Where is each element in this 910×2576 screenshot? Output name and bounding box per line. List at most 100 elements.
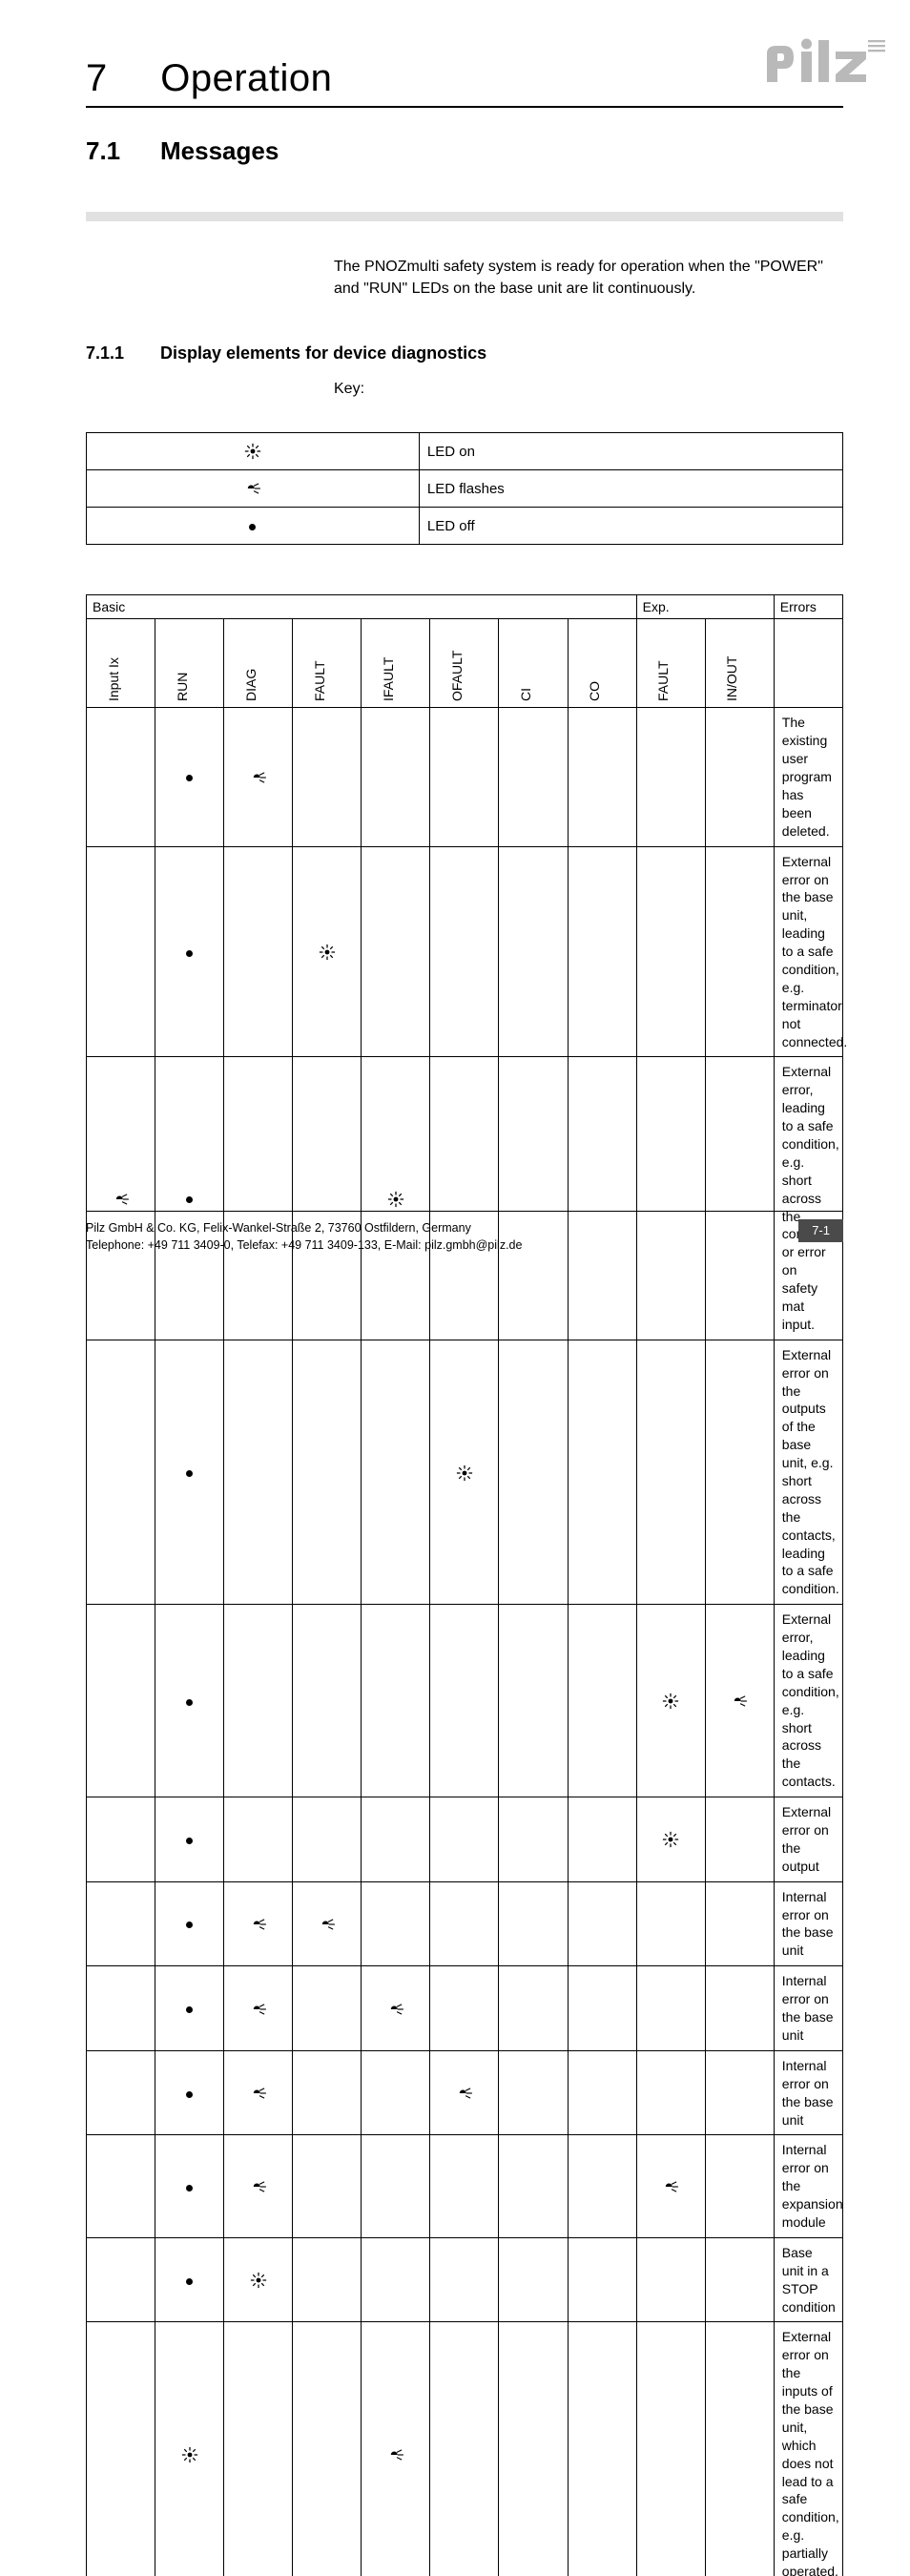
diag-cell [430,708,499,846]
diag-error-text: External error on the output [774,1797,842,1882]
led-on-icon [387,1191,404,1208]
page-number: 7-1 [798,1219,843,1242]
diag-cell [568,1881,636,1966]
diag-cell [499,1797,568,1882]
diag-cell [224,2135,293,2237]
diag-col-header: FAULT [293,619,362,708]
diag-row: Base unit in a STOP condition [87,2237,843,2322]
diag-cell [705,2237,774,2322]
key-table-row: LED on [87,433,843,470]
diag-group-basic: Basic [87,595,637,619]
diag-cell [224,1881,293,1966]
diag-row: External error on the base unit, leading… [87,846,843,1057]
diag-cell [430,846,499,1057]
diag-error-text: External error, leading to a safe condit… [774,1605,842,1797]
led-flash-icon [250,1918,267,1931]
diag-cell [499,2322,568,2576]
diag-cell [224,2050,293,2135]
diag-cell [499,2050,568,2135]
diag-error-text: Internal error on the base unit [774,2050,842,2135]
diag-cell [293,1340,362,1604]
diag-cell [568,1797,636,1882]
diag-cell [155,846,224,1057]
diag-col-header: OFAULT [430,619,499,708]
section-divider [86,212,843,221]
diag-cell [87,1881,155,1966]
diag-cell [293,2050,362,2135]
led-flash-icon [250,2180,267,2193]
diag-cell [293,1057,362,1340]
diag-cell [430,2237,499,2322]
diag-cell [155,1966,224,2051]
diag-cell [293,846,362,1057]
diag-row: Internal error on the base unit [87,2050,843,2135]
diag-cell [636,2050,705,2135]
diag-cell [499,1605,568,1797]
diag-cell [499,2237,568,2322]
diag-row: Internal error on the base unit [87,1881,843,1966]
led-flash-icon [387,2003,404,2016]
diag-col-header: CO [568,619,636,708]
key-symbol [87,470,420,508]
diag-cell [362,1340,430,1604]
diag-cell [293,1966,362,2051]
diag-cell [362,1057,430,1340]
diag-cell [636,2322,705,2576]
diag-cell [155,1881,224,1966]
diag-cell [636,846,705,1057]
section-title: Messages [160,136,279,166]
diag-cell [636,1605,705,1797]
diag-cell [568,1966,636,2051]
led-off-icon [186,950,193,957]
led-on-icon [250,2272,267,2289]
diag-cell [362,2237,430,2322]
led-flash-icon [250,2087,267,2100]
diag-cell [362,2135,430,2237]
diag-cell [362,1797,430,1882]
diag-cell [362,846,430,1057]
diag-cell [499,1966,568,2051]
diag-cell [636,708,705,846]
led-off-icon [186,1196,193,1203]
led-off-icon [249,524,256,530]
diag-cell [224,1797,293,1882]
diag-row: Internal error on the expansion module [87,2135,843,2237]
diag-cell [87,1057,155,1340]
diag-cell [705,708,774,846]
diag-row: Internal error on the base unit [87,1966,843,2051]
diag-row: External error on the outputs of the bas… [87,1340,843,1604]
diag-cell [430,2135,499,2237]
key-table-row: LED flashes [87,470,843,508]
led-flash-icon [456,2087,473,2100]
diag-cell [362,2050,430,2135]
diag-cell [705,1881,774,1966]
led-on-icon [319,944,336,961]
diag-cell [87,1340,155,1604]
diag-col-header: CI [499,619,568,708]
diag-cell [705,1966,774,2051]
diag-col-header: RUN [155,619,224,708]
diag-cell [87,846,155,1057]
diag-cell [224,2322,293,2576]
led-off-icon [186,775,193,781]
led-on-icon [456,1465,473,1482]
diag-cell [568,2135,636,2237]
led-on-icon [244,443,261,460]
diag-cell [636,1797,705,1882]
diag-cell [499,846,568,1057]
diag-col-header: FAULT [636,619,705,708]
key-symbol [87,433,420,470]
diag-cell [87,708,155,846]
led-off-icon [186,1699,193,1706]
diag-cell [155,2135,224,2237]
led-off-icon [186,1838,193,1844]
section-number: 7.1 [86,136,160,166]
diag-cell [499,1340,568,1604]
diag-cell [636,1057,705,1340]
diag-cell [293,2135,362,2237]
key-desc: LED on [419,433,842,470]
chapter-heading: 7 Operation [86,57,843,108]
diag-group-exp: Exp. [636,595,774,619]
diag-error-text: External error on the outputs of the bas… [774,1340,842,1604]
diag-cell [568,1605,636,1797]
